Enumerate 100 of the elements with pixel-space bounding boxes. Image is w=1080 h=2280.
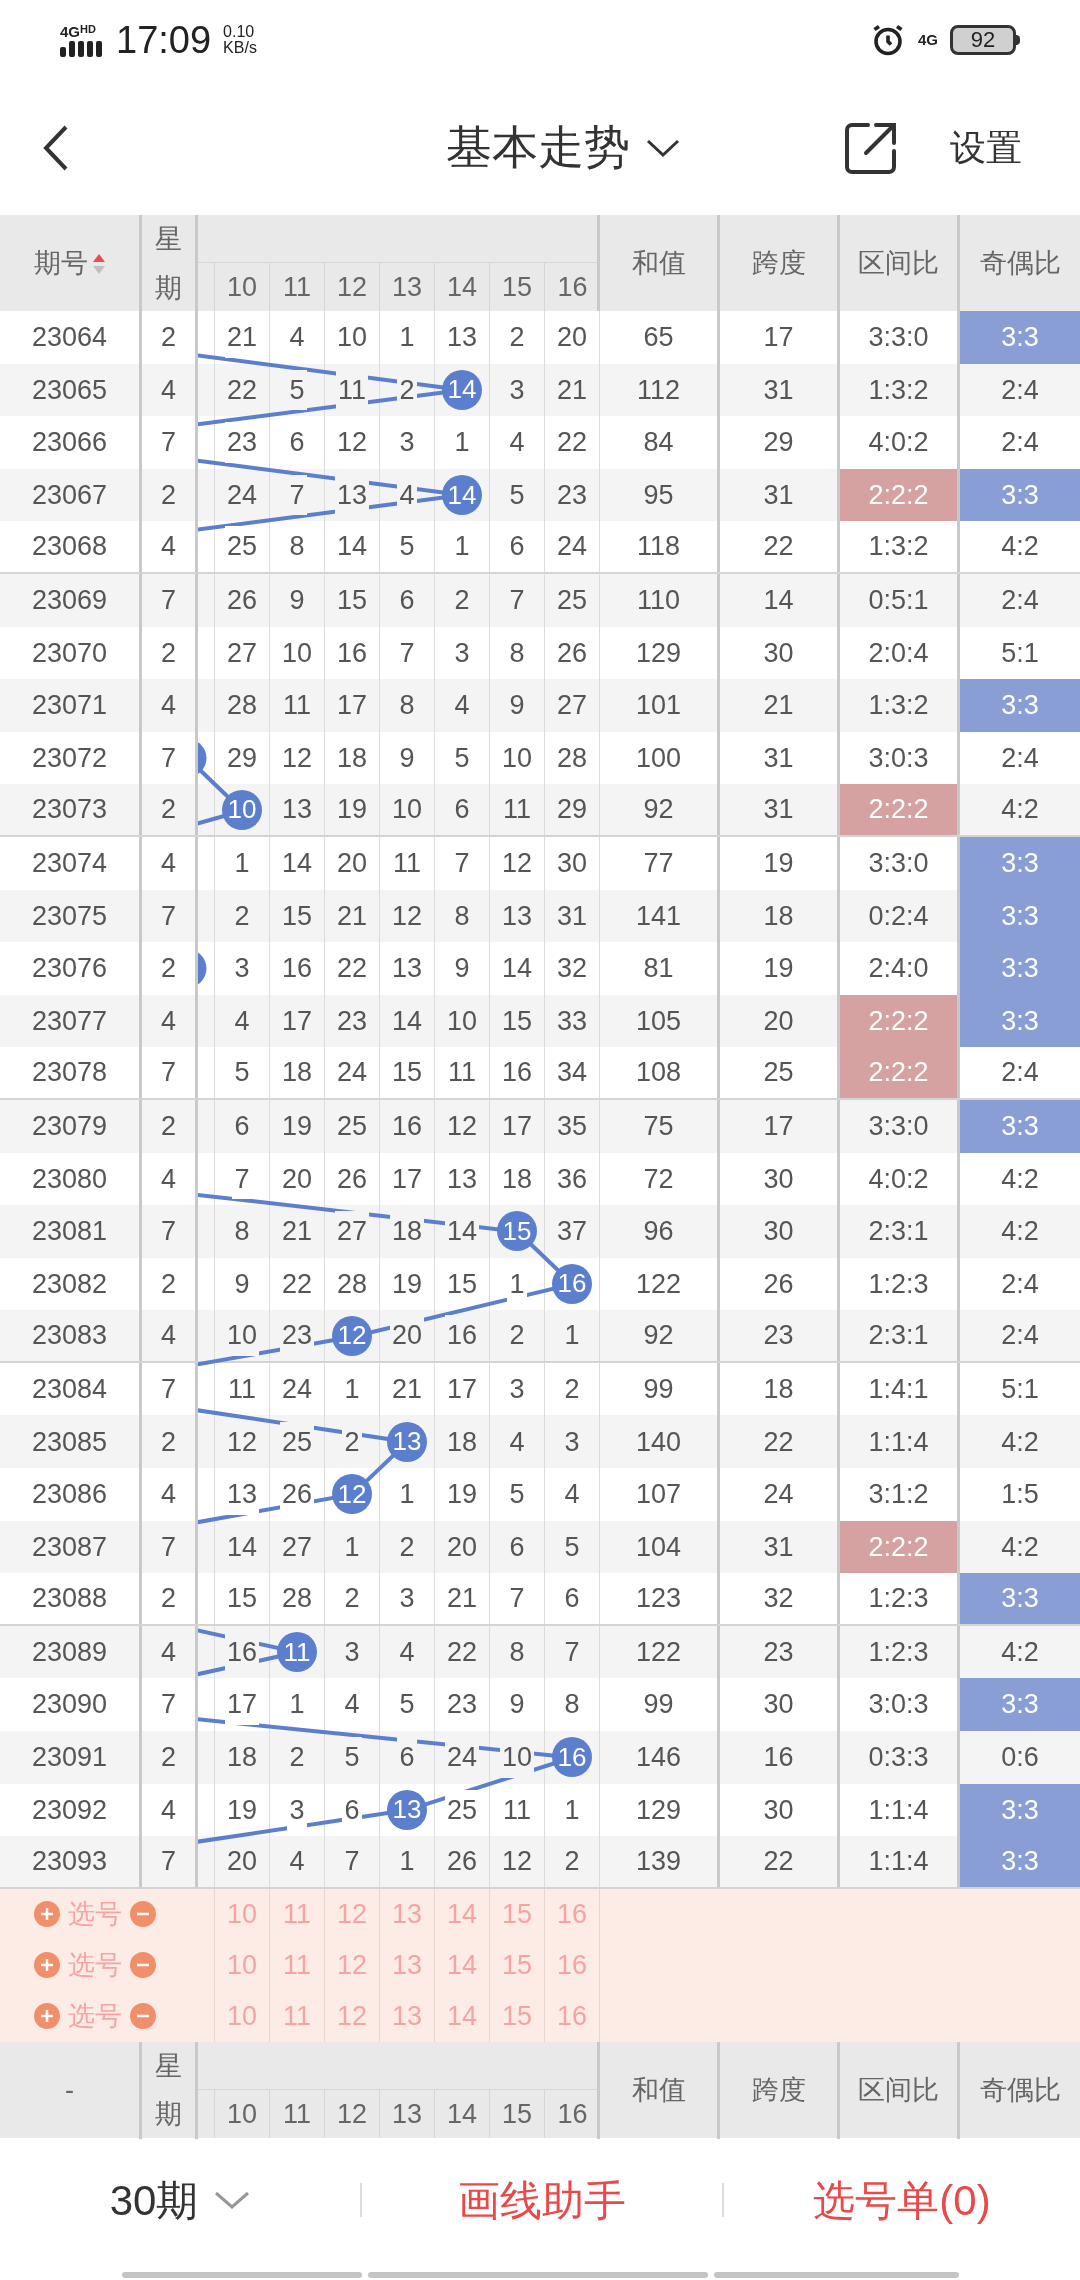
parity-ratio-cell-text: 2:4: [1000, 1056, 1040, 1090]
remove-icon[interactable]: [130, 1901, 156, 1928]
pick-number[interactable]: 16: [556, 1894, 587, 1935]
table-cell: 7: [287, 474, 307, 516]
pick-number[interactable]: 15: [501, 1996, 532, 2037]
issue-number: 23070: [31, 636, 108, 670]
pick-number[interactable]: 12: [336, 1894, 367, 1935]
span-cell-text: 32: [763, 1582, 794, 1616]
speed-unit: KB/s: [223, 40, 257, 56]
sum-cell-text: 122: [635, 1635, 682, 1669]
column-header: 15: [501, 2097, 532, 2131]
zone-ratio-cell-text: 0:5:1: [867, 584, 930, 617]
remove-icon[interactable]: [130, 2003, 156, 2030]
remove-icon[interactable]: [130, 1952, 156, 1979]
parity-ratio-cell: 3:3: [960, 1099, 1080, 1153]
pick-number[interactable]: 16: [556, 1996, 587, 2037]
share-button[interactable]: [844, 120, 898, 175]
pick-number[interactable]: 14: [446, 1894, 477, 1935]
weekday-cell-text: 4: [161, 1478, 176, 1512]
sum-cell-text: 81: [643, 952, 674, 986]
zone-ratio-cell-text: 0:2:4: [867, 899, 930, 933]
pick-number[interactable]: 10: [226, 1945, 257, 1986]
pick-number[interactable]: 13: [391, 1894, 422, 1935]
column-header: 区间比: [858, 2074, 939, 2108]
title-dropdown[interactable]: 基本走势: [446, 113, 680, 182]
span-cell-text: 30: [763, 1793, 794, 1827]
sum-cell-text: 112: [636, 373, 680, 407]
span-cell-text: 24: [763, 1478, 794, 1512]
pick-label: 选号: [68, 1898, 122, 1932]
weekday-cell-text: 2: [161, 636, 176, 670]
period-dropdown[interactable]: 30期: [109, 2168, 251, 2232]
pick-number[interactable]: 14: [446, 1945, 477, 1986]
span-cell-text: 31: [763, 793, 794, 827]
weekday-cell-text: 4: [161, 1793, 176, 1827]
sum-cell-text: 101: [635, 689, 682, 723]
column-header: 14: [446, 2097, 477, 2131]
column-header: 12: [336, 270, 367, 304]
span-cell-text: 31: [763, 1530, 794, 1564]
weekday-cell-text: 2: [161, 1267, 176, 1301]
parity-ratio-cell: 3:3: [960, 1678, 1080, 1732]
span-cell-text: 29: [763, 426, 794, 460]
issue-number: 23090: [31, 1688, 108, 1722]
issue-number: 23078: [31, 1056, 108, 1090]
sum-cell-text: 77: [643, 847, 674, 880]
pick-number[interactable]: 14: [446, 1996, 477, 2037]
span-cell-text: 20: [763, 1004, 794, 1038]
weekday-cell-text: 2: [161, 1582, 176, 1616]
sum-cell-text: 141: [635, 899, 682, 933]
add-icon[interactable]: [34, 1901, 60, 1928]
sum-cell-text: 96: [643, 1215, 674, 1249]
pick-number[interactable]: 12: [336, 1945, 367, 1986]
zone-ratio-cell: 2:2:2: [840, 468, 957, 522]
pick-number[interactable]: 11: [283, 1996, 311, 2037]
pick-number[interactable]: 15: [501, 1945, 532, 1986]
issue-number: 23084: [31, 1372, 108, 1406]
parity-ratio-cell: 3:3: [960, 1783, 1080, 1837]
sum-cell-text: 129: [635, 636, 682, 670]
parity-ratio-cell-text: 2:4: [1000, 741, 1040, 775]
pick-number[interactable]: 12: [336, 1996, 367, 2037]
pick-number[interactable]: 10: [226, 1996, 257, 2037]
pick-number[interactable]: 13: [391, 1996, 422, 2037]
zone-ratio-cell: 2:2:2: [840, 994, 957, 1048]
span-cell-text: 17: [763, 321, 794, 355]
sum-cell-text: 99: [643, 1372, 674, 1406]
pick-number[interactable]: 11: [283, 1894, 311, 1935]
span-cell-text: 18: [763, 899, 794, 933]
pick-number[interactable]: 13: [391, 1945, 422, 1986]
table-cell: 11: [336, 369, 368, 411]
pick-list-button[interactable]: 选号单(0): [813, 2168, 991, 2232]
span-cell-text: 21: [763, 689, 794, 723]
add-icon[interactable]: [34, 1952, 60, 1979]
parity-ratio-cell-text: 2:4: [1000, 584, 1040, 617]
pick-number[interactable]: 15: [501, 1894, 532, 1935]
zone-ratio-cell-text: 1:1:4: [867, 1845, 930, 1879]
span-cell-text: 26: [763, 1267, 794, 1301]
weekday-cell-text: 7: [161, 1845, 176, 1879]
zone-ratio-cell-text: 3:0:3: [867, 1688, 930, 1722]
weekday-cell-text: 4: [161, 689, 176, 723]
column-header: 11: [283, 2097, 311, 2131]
pick-number[interactable]: 16: [556, 1945, 587, 1986]
add-icon[interactable]: [34, 2003, 60, 2030]
issue-number: 23086: [31, 1478, 108, 1512]
parity-ratio-cell-text: 2:4: [1000, 1267, 1040, 1301]
span-cell-text: 30: [763, 1162, 794, 1196]
zone-ratio-cell-text: 2:4:0: [867, 952, 930, 986]
zone-ratio-cell-text: 1:2:3: [867, 1267, 930, 1301]
span-cell-text: 31: [763, 478, 794, 512]
sum-cell-text: 105: [635, 1004, 682, 1038]
settings-button[interactable]: 设置: [950, 120, 1022, 175]
pick-number[interactable]: 11: [283, 1945, 311, 1986]
sum-cell-text: 95: [643, 478, 674, 512]
column-header: -: [65, 2074, 74, 2108]
column-header: 13: [391, 270, 422, 304]
draw-helper-button[interactable]: 画线助手: [458, 2168, 626, 2232]
column-header: 和值: [631, 2074, 686, 2108]
sum-cell-text: 122: [635, 1267, 682, 1301]
pick-number[interactable]: 10: [226, 1894, 257, 1935]
parity-ratio-cell-text: 4:2: [1000, 793, 1040, 827]
sum-cell-text: 107: [635, 1478, 682, 1512]
zone-ratio-cell-text: 4:0:2: [867, 426, 930, 460]
